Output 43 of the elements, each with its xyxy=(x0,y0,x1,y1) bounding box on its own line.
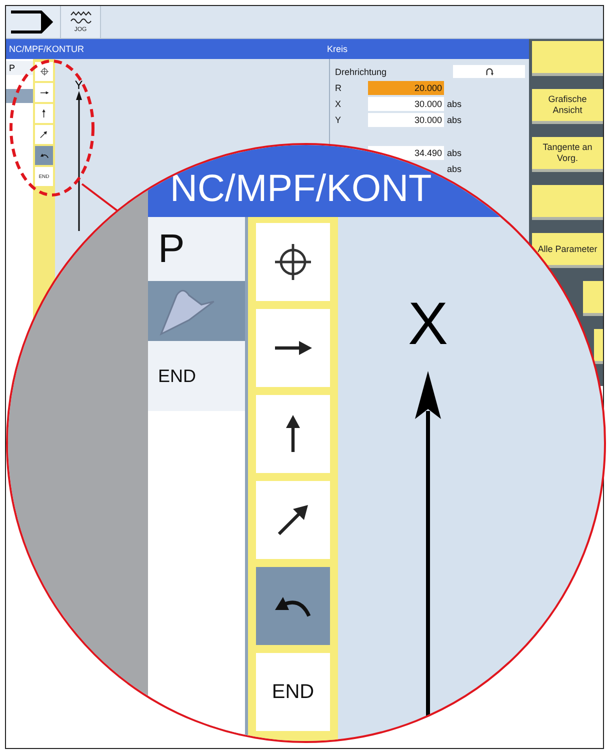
axis-label: X xyxy=(408,295,448,353)
back-button[interactable] xyxy=(6,6,61,38)
toolbar-button[interactable] xyxy=(256,223,330,301)
up-arrow-icon xyxy=(42,109,46,118)
contour-list-item[interactable]: P xyxy=(6,61,34,75)
axis-label: Y xyxy=(74,79,83,91)
arc-arrow-icon xyxy=(484,67,494,76)
direction-field[interactable] xyxy=(453,65,525,78)
toolbar-button[interactable] xyxy=(256,567,330,645)
toolbar-button[interactable] xyxy=(256,481,330,559)
softkey[interactable]: Grafische Ansicht xyxy=(532,89,603,124)
unit-label: abs xyxy=(446,98,462,108)
unit-label: abs xyxy=(446,164,462,174)
value-field[interactable]: 20.000 xyxy=(368,80,444,94)
right-arrow-icon xyxy=(273,340,313,356)
crosshair-icon xyxy=(273,242,313,282)
contour-list-item[interactable]: P xyxy=(148,217,245,281)
parameter-label: R xyxy=(335,82,342,92)
arc-arrow-icon xyxy=(40,152,48,158)
contour-list-item[interactable]: END xyxy=(148,341,245,411)
toolbar-button[interactable] xyxy=(256,395,330,473)
toolbar-button[interactable] xyxy=(35,125,53,144)
program-path: NC/MPF/KONT xyxy=(170,169,432,209)
toolbar-button[interactable] xyxy=(256,309,330,387)
diagonal-arrow-icon xyxy=(40,130,48,138)
unit-label: abs xyxy=(446,114,462,124)
wave-icon xyxy=(70,10,92,26)
program-path: NC/MPF/KONTUR xyxy=(8,44,85,54)
panel-title: Kreis xyxy=(326,44,348,54)
softkey[interactable]: Tangente an Vorg. xyxy=(532,137,603,172)
value-field[interactable]: 30.000 xyxy=(368,96,444,110)
unit-label: abs xyxy=(446,148,462,158)
up-arrow-icon xyxy=(285,414,301,454)
right-arrow-icon xyxy=(40,90,48,94)
value-field[interactable]: 30.000 xyxy=(368,112,444,126)
right-pointer-icon xyxy=(11,10,55,34)
crosshair-icon xyxy=(40,67,48,76)
diagonal-arrow-icon xyxy=(277,504,309,536)
softkey[interactable]: Alle Parameter xyxy=(532,233,603,268)
parameter-label: Drehrichtung xyxy=(335,66,388,76)
parameter-label: Y xyxy=(335,114,342,124)
toolbar-button[interactable]: END xyxy=(256,653,330,731)
parameter-label: X xyxy=(335,98,342,108)
